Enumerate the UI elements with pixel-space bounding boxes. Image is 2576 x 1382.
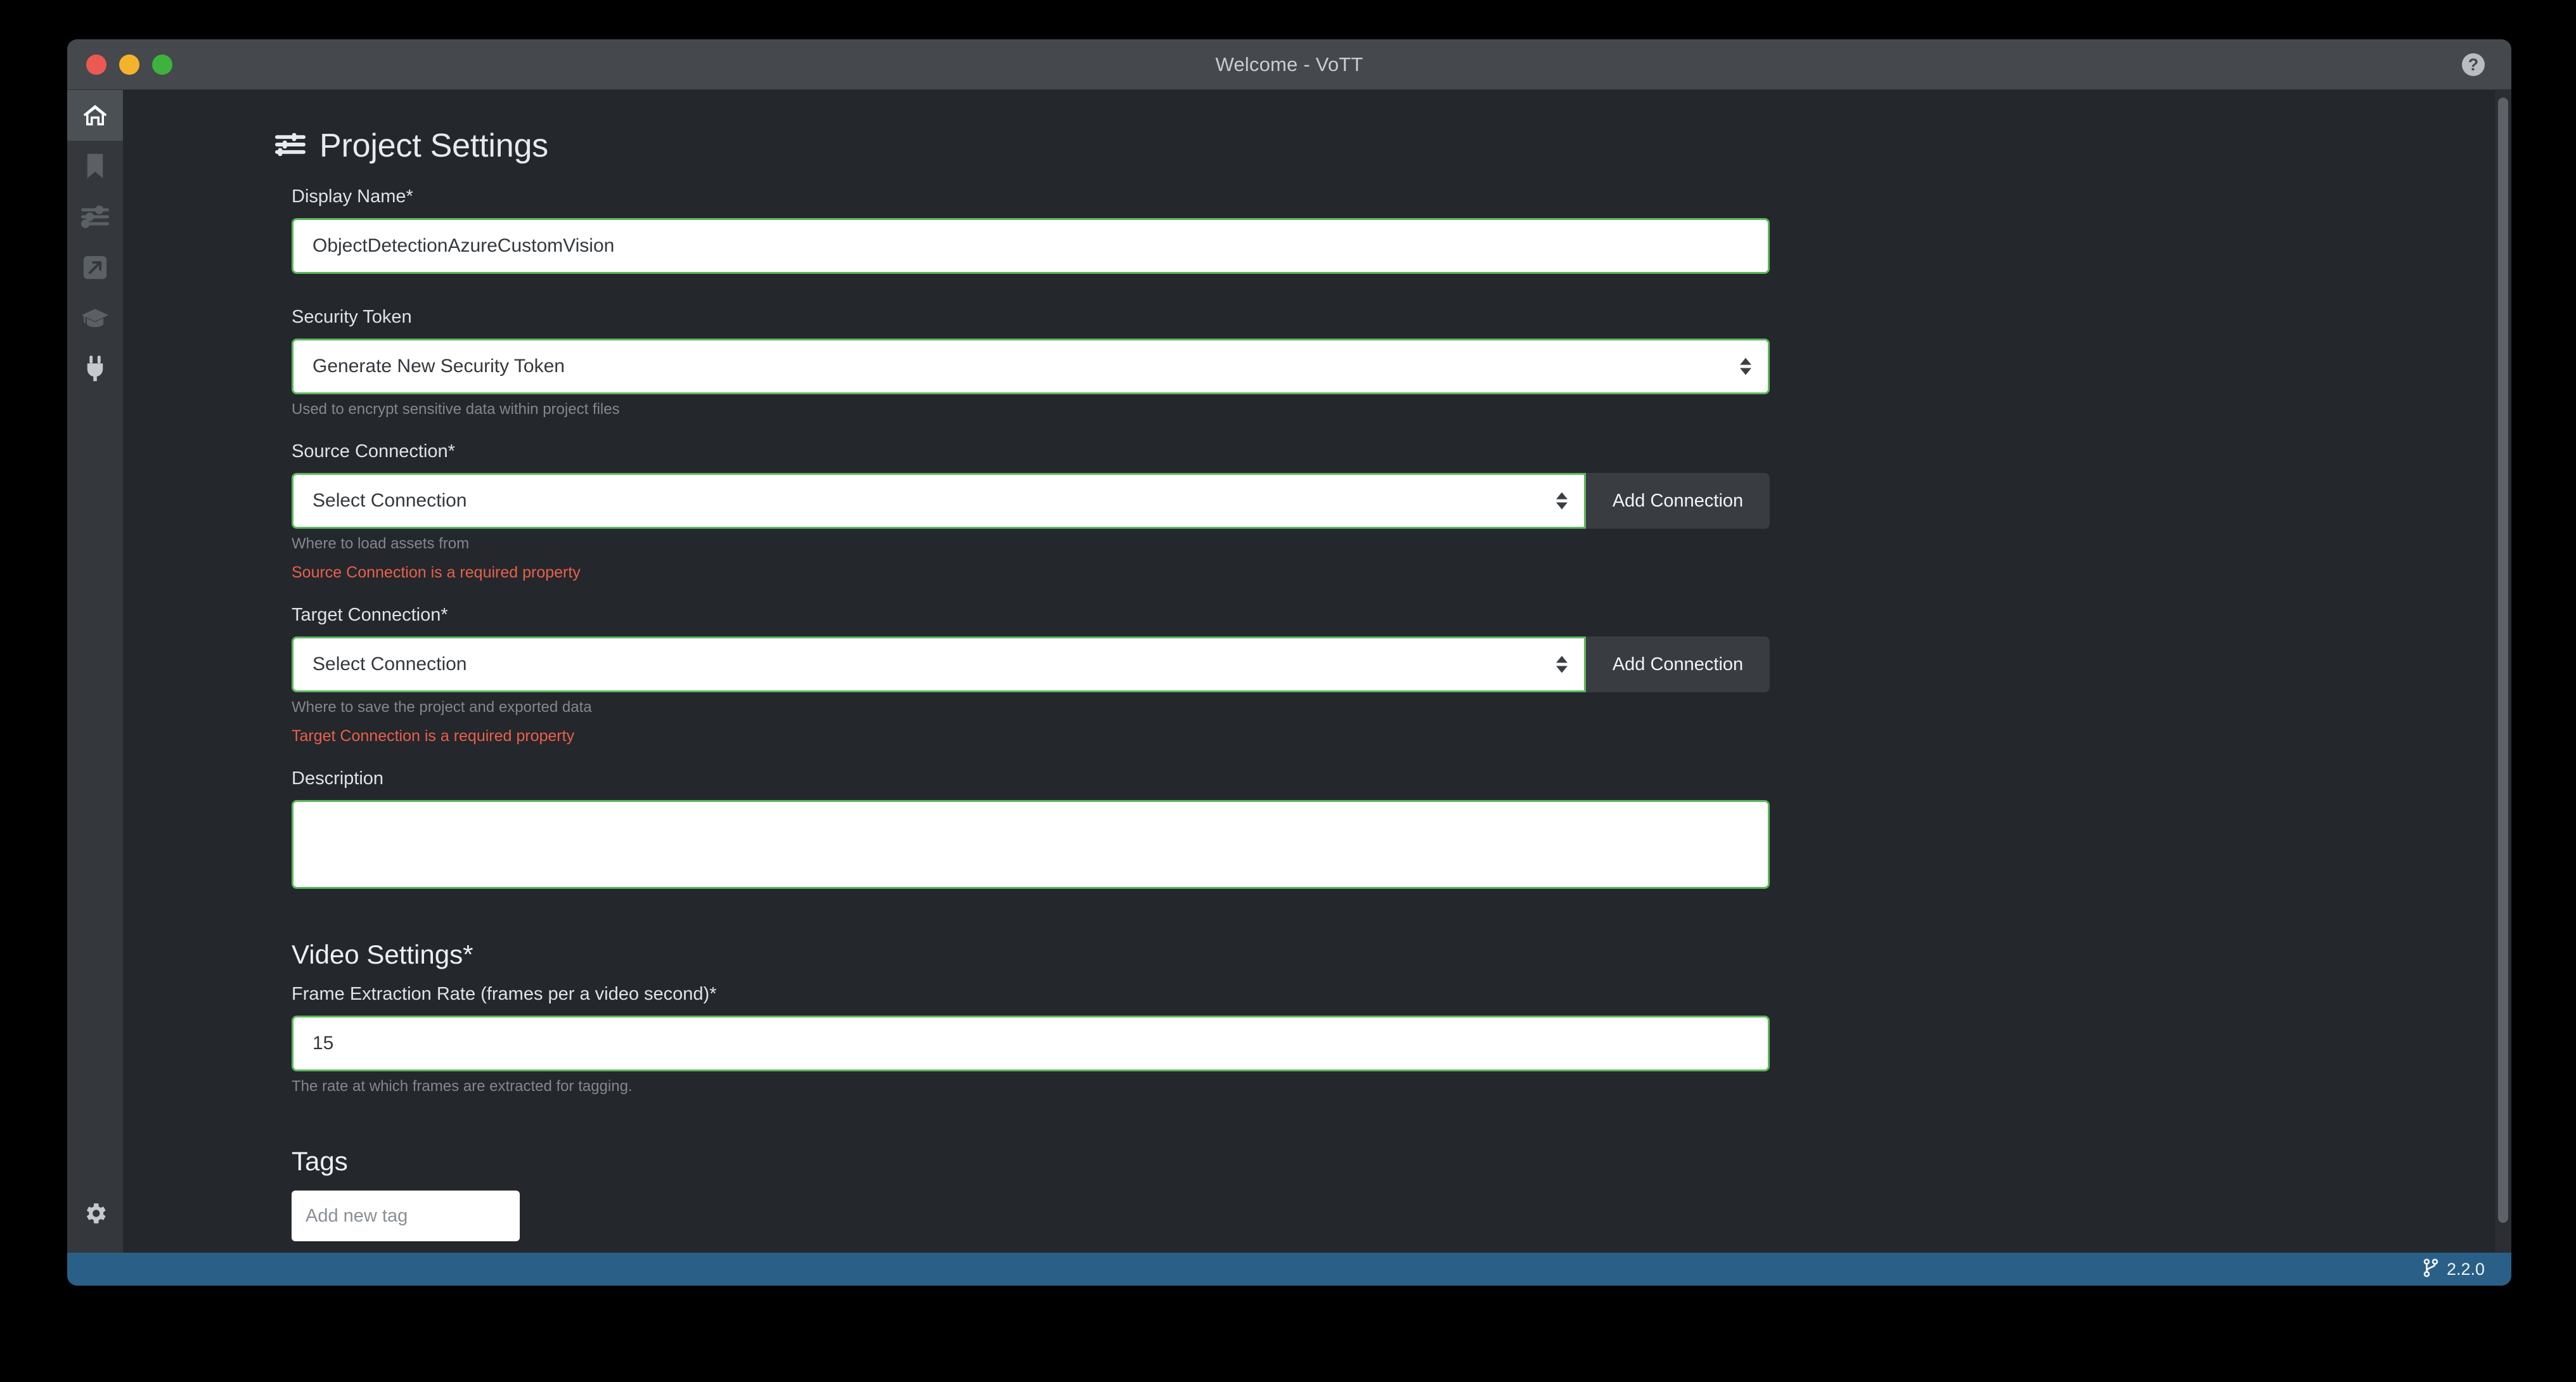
window-controls [86,54,172,75]
target-connection-group: Target Connection* Select Connection Add… [292,605,2511,746]
target-connection-value: Select Connection [312,654,467,675]
maximize-button[interactable] [152,54,172,75]
video-settings-group: Video Settings* Frame Extraction Rate (f… [292,940,2511,1095]
sidebar-item-export[interactable] [67,242,123,293]
export-arrow-icon [82,255,108,280]
security-token-select[interactable]: Generate New Security Token [292,339,1770,394]
frame-rate-help: The rate at which frames are extracted f… [292,1078,633,1095]
source-connection-error: Source Connection is a required property [292,564,581,581]
frame-extraction-rate-input[interactable] [292,1016,1770,1071]
target-connection-help: Where to save the project and exported d… [292,699,592,716]
description-label: Description [292,768,384,789]
sidebar-item-app-settings[interactable] [67,1188,123,1239]
question-circle-icon[interactable]: ? [2462,53,2485,76]
security-token-group: Security Token Generate New Security Tok… [292,307,2511,418]
sidebar-item-recent-projects[interactable] [67,141,123,191]
sliders-icon [81,205,109,228]
tags-title: Tags [292,1146,348,1176]
frame-rate-label: Frame Extraction Rate (frames per a vide… [292,984,717,1004]
source-connection-select[interactable]: Select Connection [292,473,1586,529]
security-token-value: Generate New Security Token [312,356,565,377]
project-settings-form: Display Name* Security Token Generate Ne… [123,186,2511,1253]
description-textarea[interactable] [292,800,1770,889]
graduation-cap-icon [80,307,110,330]
vertical-scrollbar-track[interactable] [2495,90,2511,1253]
chevron-updown-icon [1556,655,1568,673]
source-connection-group: Source Connection* Select Connection Add… [292,441,2511,582]
window-title: Welcome - VoTT [1215,53,1363,75]
close-button[interactable] [86,54,106,75]
sidebar-item-training[interactable] [67,293,123,344]
description-group: Description [292,768,2511,889]
source-connection-label: Source Connection* [292,441,455,462]
sidebar-item-home[interactable] [67,90,123,141]
display-name-input[interactable] [292,218,1770,274]
gear-icon [82,1200,108,1227]
minimize-button[interactable] [119,54,139,75]
title-bar: Welcome - VoTT ? [67,39,2511,90]
source-connection-help: Where to load assets from [292,535,470,552]
chevron-updown-icon [1556,492,1568,510]
video-settings-title: Video Settings* [292,940,473,969]
app-version-label: 2.2.0 [2446,1259,2485,1279]
target-connection-row: Select Connection Add Connection [292,636,1770,692]
target-connection-label: Target Connection* [292,605,448,625]
source-connection-row: Select Connection Add Connection [292,473,1770,529]
status-bar: 2.2.0 [67,1253,2511,1286]
page-title: Project Settings [319,127,548,164]
display-name-label: Display Name* [292,186,413,207]
target-connection-error: Target Connection is a required property [292,727,575,745]
sidebar-item-connections[interactable] [67,344,123,394]
security-token-label: Security Token [292,307,412,327]
sidebar-item-project-settings[interactable] [67,191,123,242]
sidebar [67,90,123,1253]
vertical-scrollbar-thumb[interactable] [2498,98,2508,1223]
sliders-icon [275,132,306,160]
target-add-connection-button[interactable]: Add Connection [1586,636,1770,692]
add-new-tag-input[interactable] [292,1191,520,1241]
target-connection-select[interactable]: Select Connection [292,636,1586,692]
git-branch-icon [2423,1258,2439,1281]
page-header: Project Settings [275,127,2511,165]
source-connection-value: Select Connection [312,490,467,511]
display-name-group: Display Name* [292,186,2511,274]
tags-group: Tags [292,1146,2511,1241]
window-body: Project Settings Display Name* Security … [67,90,2511,1253]
main-content-area: Project Settings Display Name* Security … [123,90,2511,1253]
bookmark-icon [84,153,106,179]
home-icon [82,102,108,129]
chevron-updown-icon [1740,358,1751,375]
source-add-connection-button[interactable]: Add Connection [1586,473,1770,529]
security-token-help: Used to encrypt sensitive data within pr… [292,401,620,418]
plug-icon [83,356,107,382]
app-window: Welcome - VoTT ? Project Settings Displa… [67,39,2511,1286]
